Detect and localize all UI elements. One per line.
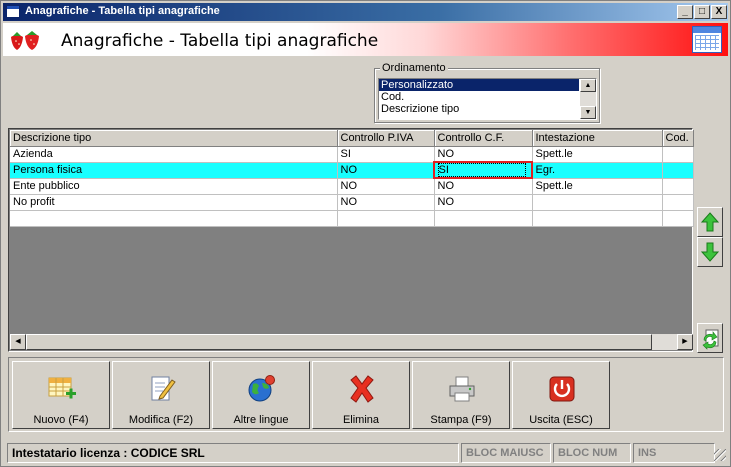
- refresh-button[interactable]: [697, 323, 723, 353]
- title-bar[interactable]: Anagrafiche - Tabella tipi anagrafiche _…: [3, 3, 728, 21]
- table-row[interactable]: Azienda SI NO Spett.le: [10, 146, 694, 163]
- cell-cf-value[interactable]: SI: [437, 163, 526, 177]
- edit-button[interactable]: Modifica (F2): [112, 361, 210, 429]
- ordering-option[interactable]: Descrizione tipo: [379, 103, 579, 115]
- cell-cod[interactable]: [662, 194, 694, 211]
- other-languages-button-label: Altre lingue: [233, 414, 289, 426]
- page-title: Anagrafiche - Tabella tipi anagrafiche: [61, 31, 379, 51]
- column-header[interactable]: Intestazione: [532, 130, 663, 147]
- window-icon: [6, 5, 20, 18]
- cell-descrizione[interactable]: Persona fisica: [10, 162, 338, 179]
- print-button[interactable]: Stampa (F9): [412, 361, 510, 429]
- refresh-icon: [702, 329, 719, 350]
- cell-intestazione[interactable]: Spett.le: [532, 146, 663, 163]
- insert-status: INS: [633, 443, 715, 463]
- cell-piva[interactable]: [337, 210, 435, 227]
- exit-button[interactable]: Uscita (ESC): [512, 361, 610, 429]
- ordering-option[interactable]: Cod.: [379, 91, 579, 103]
- scroll-right-arrow-icon[interactable]: ▶: [677, 334, 693, 350]
- cell-piva[interactable]: NO: [337, 178, 435, 195]
- cell-descrizione[interactable]: Ente pubblico: [10, 178, 338, 195]
- cell-intestazione[interactable]: Egr.: [532, 162, 663, 179]
- main-window: Anagrafiche - Tabella tipi anagrafiche _…: [0, 0, 731, 467]
- calendar-icon: [692, 26, 722, 53]
- cell-intestazione[interactable]: [532, 194, 663, 211]
- delete-button-label: Elimina: [342, 414, 380, 426]
- globe-icon: [248, 375, 275, 402]
- header-banner: Anagrafiche - Tabella tipi anagrafiche: [3, 23, 728, 56]
- new-grid-icon: [48, 377, 76, 399]
- ordering-scrollbar[interactable]: ▲ ▼: [580, 79, 596, 119]
- horizontal-scrollbar[interactable]: ◀ ▶: [10, 334, 693, 350]
- ordering-group: Ordinamento Personalizzato Cod. Descrizi…: [374, 62, 600, 123]
- cell-cod[interactable]: [662, 178, 694, 195]
- column-header[interactable]: Controllo C.F.: [434, 130, 533, 147]
- cell-descrizione[interactable]: [10, 210, 338, 227]
- header-row: Descrizione tipo Controllo P.IVA Control…: [10, 130, 694, 147]
- caps-lock-status: BLOC MAIUSC: [461, 443, 551, 463]
- scroll-up-arrow-icon[interactable]: ▲: [580, 79, 596, 92]
- data-grid[interactable]: Descrizione tipo Controllo P.IVA Control…: [8, 128, 694, 352]
- cell-cod[interactable]: [662, 162, 694, 179]
- cell-cod[interactable]: [662, 146, 694, 163]
- move-up-button[interactable]: [697, 207, 723, 237]
- cell-intestazione[interactable]: [532, 210, 663, 227]
- cell-cf[interactable]: NO: [434, 194, 533, 211]
- edit-document-icon: [151, 376, 176, 401]
- delete-button[interactable]: Elimina: [312, 361, 410, 429]
- ordering-listbox[interactable]: Personalizzato Cod. Descrizione tipo ▲ ▼: [378, 78, 597, 120]
- cell-piva[interactable]: SI: [337, 146, 435, 163]
- scroll-thumb[interactable]: [26, 334, 652, 350]
- close-button[interactable]: X: [711, 5, 727, 19]
- cell-descrizione[interactable]: Azienda: [10, 146, 338, 163]
- cell-cf[interactable]: NO: [434, 146, 533, 163]
- table-row[interactable]: No profit NO NO: [10, 194, 694, 211]
- print-button-label: Stampa (F9): [430, 414, 492, 426]
- table-row[interactable]: Ente pubblico NO NO Spett.le: [10, 178, 694, 195]
- minimize-button[interactable]: _: [677, 5, 693, 19]
- exit-button-label: Uscita (ESC): [529, 414, 593, 426]
- cell-descrizione[interactable]: No profit: [10, 194, 338, 211]
- other-languages-button[interactable]: Altre lingue: [212, 361, 310, 429]
- move-up-icon: [701, 212, 719, 232]
- cell-cf[interactable]: [434, 210, 533, 227]
- edit-button-label: Modifica (F2): [128, 414, 194, 426]
- scroll-left-arrow-icon[interactable]: ◀: [10, 334, 26, 350]
- scroll-down-arrow-icon[interactable]: ▼: [580, 106, 596, 119]
- action-toolbar: Nuovo (F4) Modifica (F2) Altre lingue El…: [8, 357, 724, 432]
- cell-cf[interactable]: NO: [434, 178, 533, 195]
- column-header[interactable]: Controllo P.IVA: [337, 130, 435, 147]
- ordering-option[interactable]: Personalizzato: [379, 79, 579, 91]
- license-status: Intestatario licenza : CODICE SRL: [7, 443, 459, 463]
- maximize-button[interactable]: □: [694, 5, 710, 19]
- new-button-label: Nuovo (F4): [33, 414, 89, 426]
- cell-cf-focused[interactable]: SI: [433, 161, 533, 179]
- window-title: Anagrafiche - Tabella tipi anagrafiche: [25, 5, 220, 17]
- delete-x-icon: [350, 375, 374, 403]
- column-header[interactable]: Descrizione tipo: [10, 130, 338, 147]
- new-button[interactable]: Nuovo (F4): [12, 361, 110, 429]
- cell-piva[interactable]: NO: [337, 194, 435, 211]
- ordering-legend: Ordinamento: [380, 62, 448, 74]
- table-row-empty[interactable]: [10, 210, 694, 227]
- strawberries-icon: [11, 31, 39, 50]
- move-down-button[interactable]: [697, 237, 723, 267]
- table-row-selected[interactable]: Persona fisica NO SI Egr.: [10, 161, 694, 179]
- move-down-icon: [701, 242, 719, 262]
- power-icon: [549, 376, 575, 402]
- cell-piva[interactable]: NO: [337, 162, 435, 179]
- status-bar: Intestatario licenza : CODICE SRL BLOC M…: [5, 441, 728, 463]
- resize-grip[interactable]: [714, 449, 726, 461]
- printer-icon: [449, 376, 475, 402]
- cell-intestazione[interactable]: Spett.le: [532, 178, 663, 195]
- column-header[interactable]: Cod.: [662, 130, 694, 147]
- types-table: Descrizione tipo Controllo P.IVA Control…: [10, 130, 694, 227]
- cell-cod[interactable]: [662, 210, 694, 227]
- num-lock-status: BLOC NUM: [553, 443, 631, 463]
